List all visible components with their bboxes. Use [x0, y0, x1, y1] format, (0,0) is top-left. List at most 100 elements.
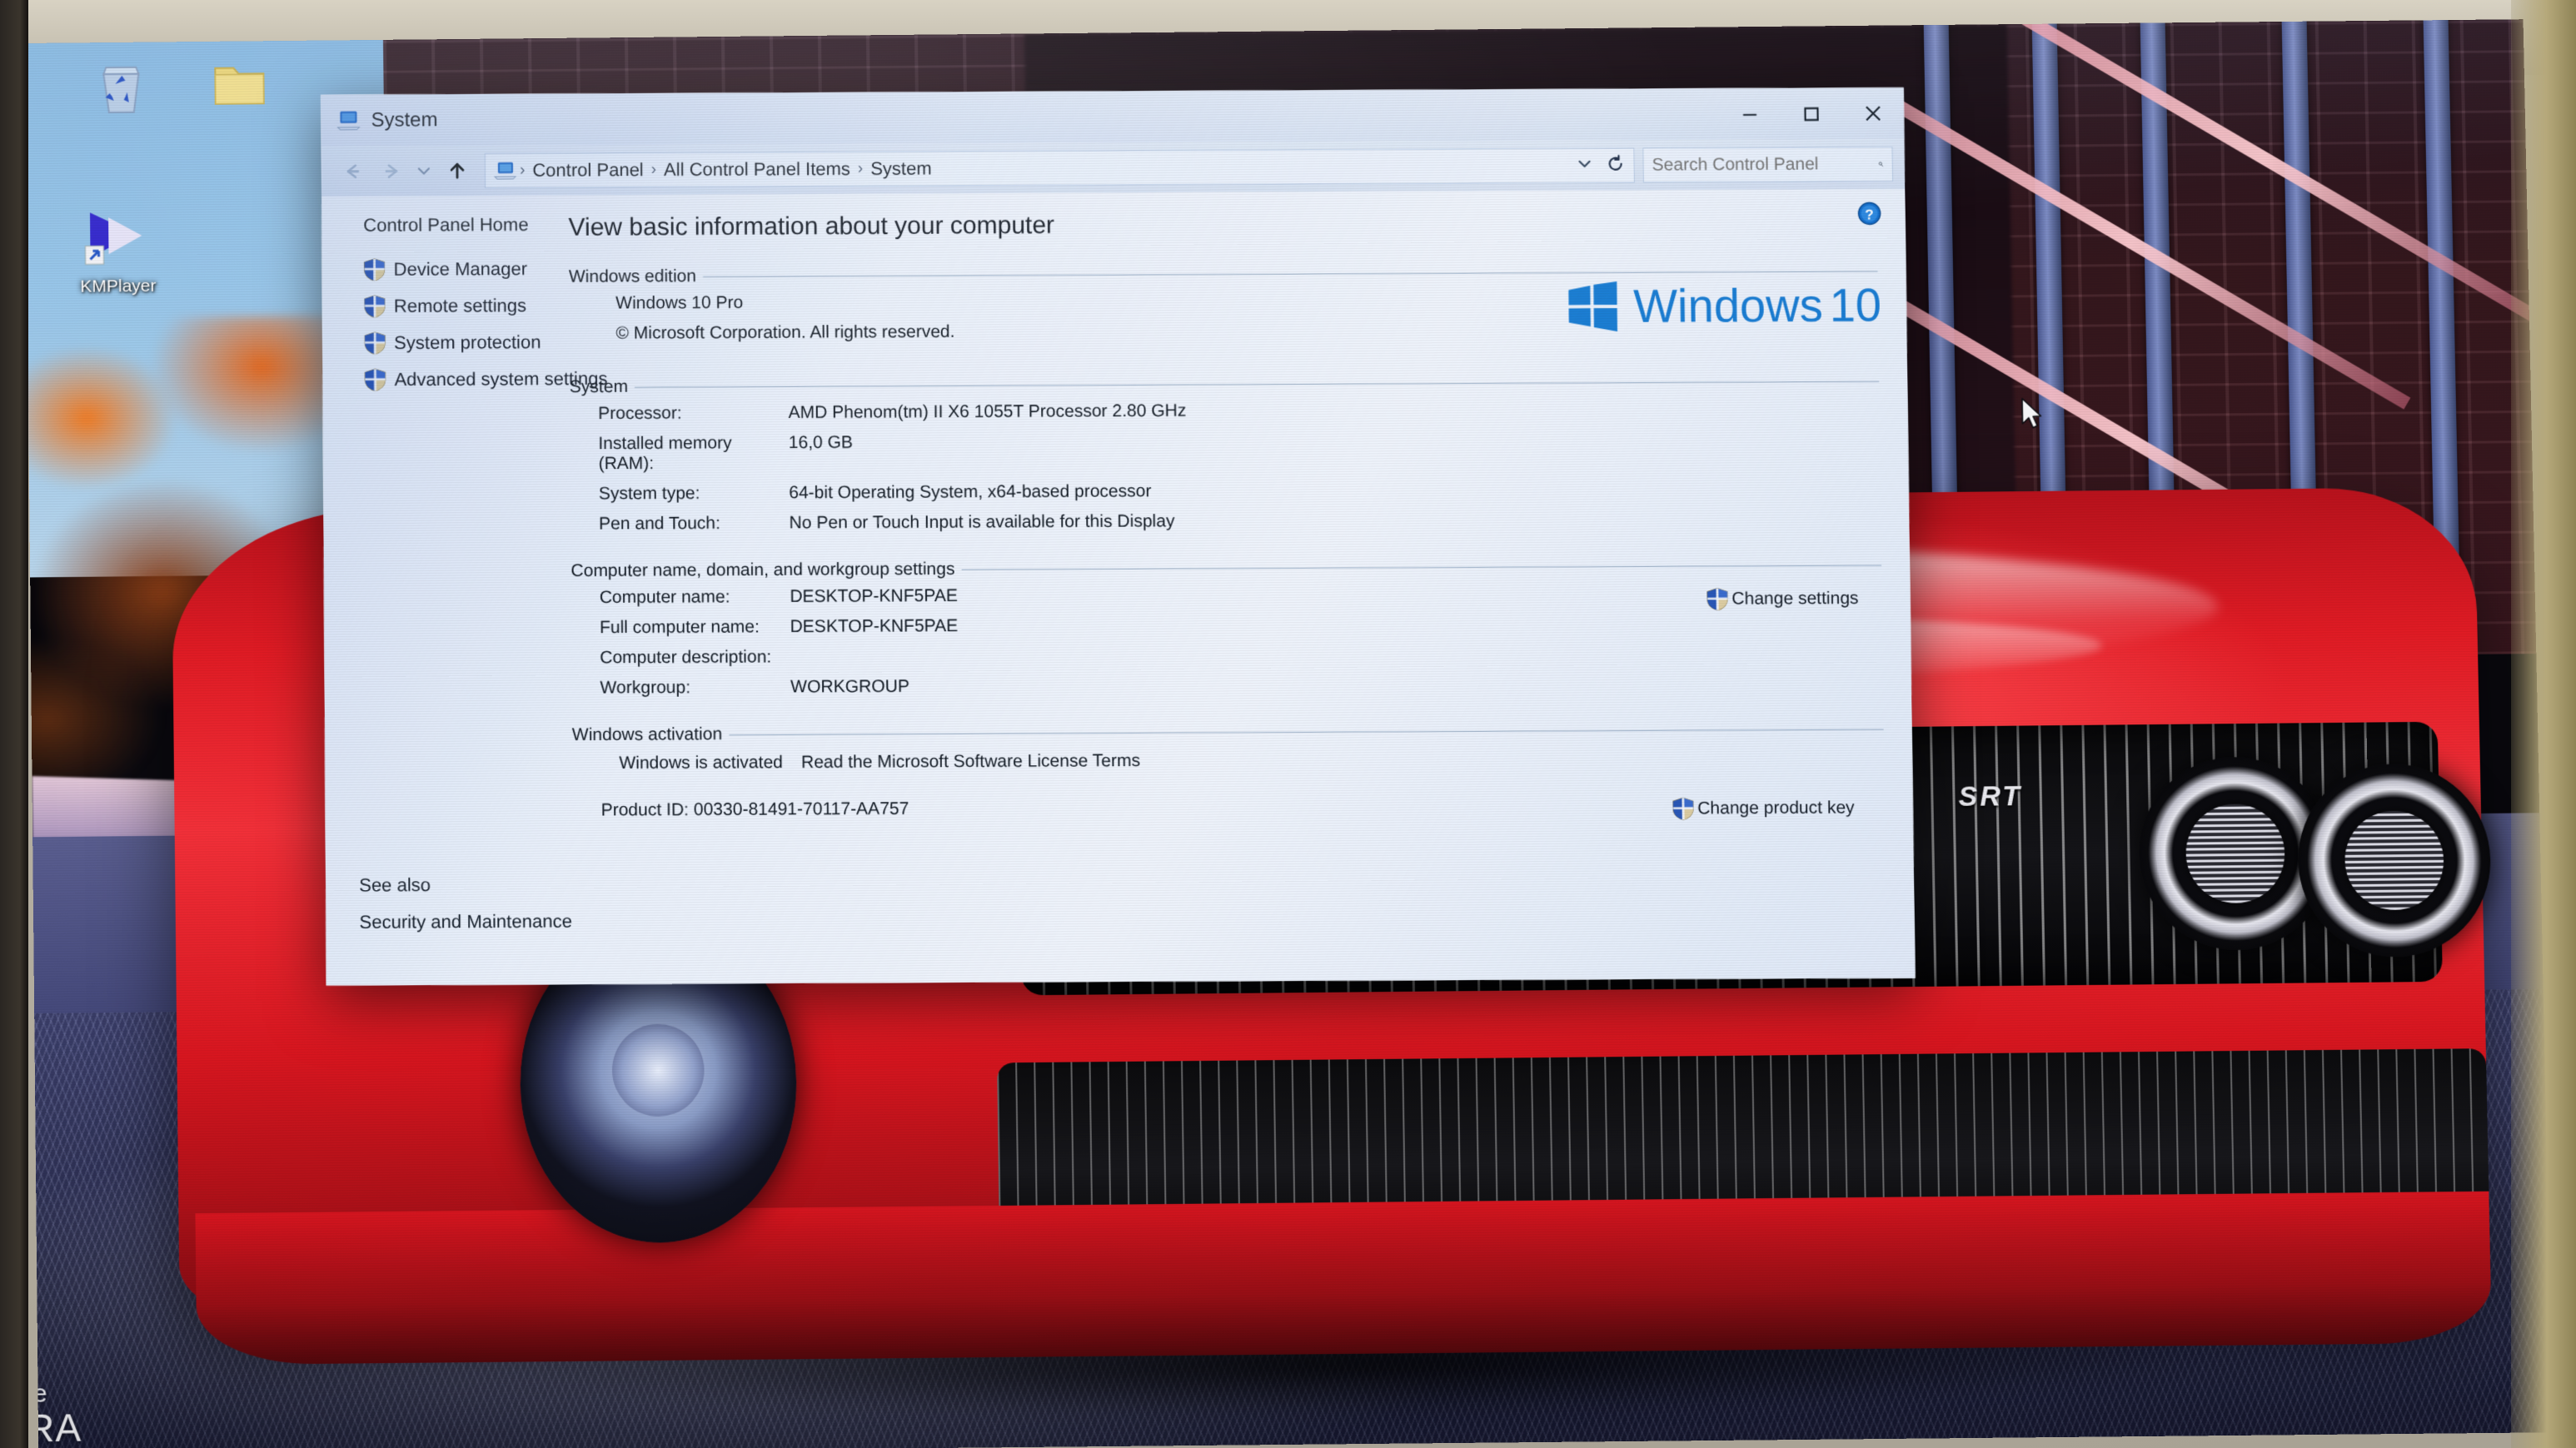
section-system: System Processor: AMD Phenom(tm) II X6 1…: [570, 371, 1881, 540]
row-value: 16,0 GB: [788, 432, 854, 453]
sidebar-item-system-protection[interactable]: System protection: [364, 331, 557, 355]
change-product-key-link[interactable]: Change product key: [1672, 796, 1855, 820]
row-key: Workgroup:: [600, 677, 691, 698]
headlight-inner-left: [2185, 804, 2286, 904]
row-value: No Pen or Touch Input is available for t…: [789, 511, 1175, 533]
window-titlebar[interactable]: System: [321, 87, 1905, 147]
system-row-installed-memory: Installed memory (RAM): 16,0 GB: [570, 423, 1880, 480]
back-arrow-icon: [346, 164, 359, 179]
monitor-bezel-left: [0, 0, 28, 1448]
help-button[interactable]: ?: [1856, 201, 1881, 230]
section-title: System: [569, 376, 629, 397]
search-icon: [1878, 153, 1884, 175]
row-value: WORKGROUP: [790, 676, 910, 697]
see-also-link-security-and-maintenance[interactable]: Security and Maintenance: [359, 911, 572, 933]
section-title: Computer name, domain, and workgroup set…: [571, 559, 955, 581]
navigation-bar[interactable]: › Control Panel › All Control Panel Item…: [321, 139, 1906, 197]
window-controls[interactable]: [1719, 87, 1905, 140]
row-key: System type:: [598, 483, 700, 504]
row-key: Computer name:: [599, 587, 730, 608]
window-title: System: [371, 108, 438, 132]
mouse-cursor: [2020, 397, 2045, 430]
license-terms-link[interactable]: Read the Microsoft Software License Term…: [801, 751, 1140, 773]
breadcrumb-item-system[interactable]: System: [865, 158, 937, 180]
refresh-icon: [1605, 153, 1625, 173]
sidebar-item-label: Remote settings: [393, 295, 527, 316]
breadcrumb-separator-0: ›: [519, 161, 526, 179]
close-button[interactable]: [1842, 87, 1905, 139]
desktop-icon-recycle-bin[interactable]: [58, 57, 184, 128]
search-input[interactable]: [1652, 154, 1878, 176]
row-key: Processor:: [598, 403, 682, 424]
row-value: 64-bit Operating System, x64-based proce…: [789, 481, 1152, 503]
chevron-down-icon: [417, 167, 430, 175]
system-control-panel-window[interactable]: System › Control Panel › All Control Pan…: [321, 87, 1916, 986]
breadcrumb[interactable]: › Control Panel › All Control Panel Item…: [484, 147, 1635, 189]
change-product-key-label: Change product key: [1697, 798, 1855, 819]
row-value: DESKTOP-KNF5PAE: [790, 585, 959, 606]
page-title: View basic information about your comput…: [568, 211, 1055, 241]
shield-icon: [363, 295, 385, 318]
sidebar-item-label: Device Manager: [393, 258, 528, 280]
breadcrumb-dropdown-button[interactable]: [1575, 154, 1593, 177]
recent-locations-button[interactable]: [410, 152, 438, 189]
breadcrumb-item-all-control-panel-items[interactable]: All Control Panel Items: [659, 158, 855, 181]
refresh-button[interactable]: [1605, 153, 1625, 177]
section-computer-name: Computer name, domain, and workgroup set…: [571, 555, 1883, 704]
shield-icon: [363, 258, 385, 281]
change-settings-label: Change settings: [1731, 588, 1859, 609]
sidebar-item-control-panel-home[interactable]: Control Panel Home: [363, 214, 556, 236]
sidebar-item-remote-settings[interactable]: Remote settings: [363, 294, 557, 318]
photo-watermark: te RA: [26, 1380, 82, 1448]
window-body: Control Panel Home Device Manager Remote…: [321, 189, 1916, 986]
desktop-icon-label-kmplayer: KMPlayer: [80, 276, 157, 296]
row-key: Pen and Touch:: [599, 513, 721, 534]
back-button[interactable]: [333, 153, 371, 190]
activation-status: Windows is activated: [619, 752, 784, 774]
maximize-button[interactable]: [1781, 87, 1843, 139]
headlight-inner-right: [2344, 810, 2445, 911]
breadcrumb-separator-1: ›: [650, 161, 657, 179]
shield-icon: [1672, 797, 1694, 820]
shield-icon: [364, 368, 386, 391]
breadcrumb-item-control-panel[interactable]: Control Panel: [527, 159, 649, 182]
row-value: DESKTOP-KNF5PAE: [790, 616, 959, 637]
sidebar-item-label: System protection: [394, 331, 541, 354]
monitor-bezel-right: [2511, 0, 2576, 1448]
windows-logo-text: Windows: [1632, 278, 1824, 332]
up-button[interactable]: [438, 152, 476, 189]
up-arrow-icon: [450, 162, 465, 179]
watermark-line-2: RA: [26, 1405, 82, 1448]
section-title: Windows edition: [568, 266, 697, 286]
minimize-button[interactable]: [1719, 88, 1781, 140]
car-bumper: [195, 1191, 2493, 1366]
breadcrumb-separator-2: ›: [857, 159, 864, 178]
monitor-screen: SRT KMPlayer System › Control Panel › Al…: [25, 19, 2553, 1448]
row-key: Full computer name:: [599, 617, 760, 638]
row-key: Installed memory (RAM):: [598, 433, 732, 474]
main-content: ? View basic information about your comp…: [556, 189, 1915, 984]
sidebar-item-advanced-system-settings[interactable]: Advanced system settings: [364, 367, 608, 391]
shield-icon: [1707, 588, 1728, 611]
forward-arrow-icon: [385, 164, 397, 178]
search-control-panel-box[interactable]: [1642, 147, 1894, 183]
section-rule: [635, 381, 1880, 388]
desktop-icon-folder[interactable]: [177, 57, 302, 119]
car-wheel-hub: [611, 1023, 705, 1117]
forward-button[interactable]: [371, 153, 410, 190]
edition-copyright: © Microsoft Corporation. All rights rese…: [615, 321, 955, 343]
row-key: Computer description:: [600, 647, 772, 668]
windows-logo-version: 10: [1829, 278, 1882, 331]
section-rule: [961, 565, 1882, 570]
sidebar: Control Panel Home Device Manager Remote…: [321, 196, 608, 986]
sidebar-item-device-manager[interactable]: Device Manager: [363, 257, 557, 281]
see-also-section: See also Security and Maintenance: [359, 873, 572, 933]
section-windows-activation: Windows activation Windows is activated …: [572, 719, 1885, 821]
system-row-pen-and-touch: Pen and Touch: No Pen or Touch Input is …: [571, 503, 1881, 540]
change-settings-link[interactable]: Change settings: [1707, 587, 1859, 611]
system-icon: [336, 111, 361, 131]
desktop-icon-kmplayer[interactable]: KMPlayer: [55, 205, 181, 297]
windows-10-logo: Windows 10: [1567, 277, 1882, 333]
edition-name: Windows 10 Pro: [615, 292, 744, 313]
control-panel-icon: [493, 162, 516, 180]
